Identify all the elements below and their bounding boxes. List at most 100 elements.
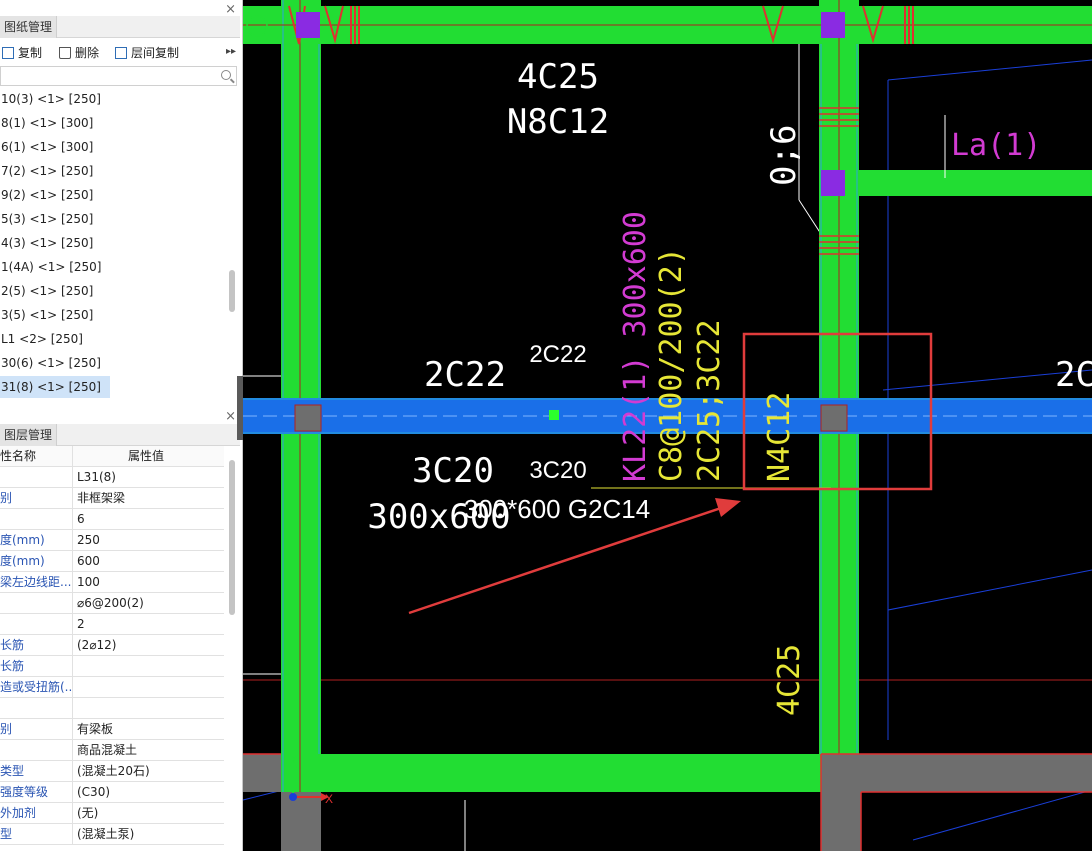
property-value[interactable]: 250 — [77, 530, 100, 551]
mid-bottom-rebar-label: 3C20 — [529, 457, 586, 484]
table-row[interactable]: 商品混凝土 — [0, 740, 224, 761]
delete-label: 删除 — [75, 46, 100, 60]
table-row[interactable]: 强度等级 (C30) — [0, 782, 224, 803]
tab-drawings[interactable]: 图纸管理 — [0, 16, 58, 38]
table-row[interactable]: 长筋 — [0, 656, 224, 677]
property-name: 梁左边线距... — [0, 572, 73, 593]
side-bars-text: N4C12 — [762, 392, 797, 482]
axis-x-label: X — [325, 792, 333, 806]
stirrup-text: C8@100/200(2) — [654, 247, 689, 482]
property-value[interactable]: 有梁板 — [77, 719, 113, 740]
list-item[interactable]: 30(6) <1> [250] — [0, 352, 110, 374]
list-item[interactable]: 9(2) <1> [250] — [0, 184, 110, 206]
property-value[interactable]: (无) — [77, 803, 98, 824]
right-top-rebar-text: 2C2 — [1055, 355, 1092, 395]
property-value[interactable]: L31(8) — [77, 467, 116, 488]
list-item[interactable]: 8(1) <1> [300] — [0, 112, 110, 134]
property-name: 别 — [0, 488, 73, 509]
cad-drawing[interactable]: La(1) 4C25 N8C12 0;6 2C22 2C22 2C2 3C20 … — [243, 0, 1092, 851]
close-icon[interactable]: × — [225, 409, 236, 424]
list-item[interactable]: 31(8) <1> [250] — [0, 376, 110, 398]
list-scrollbar[interactable] — [229, 270, 235, 312]
table-row[interactable]: 度(mm) 250 — [0, 530, 224, 551]
table-row[interactable]: 别非框架梁 — [0, 488, 224, 509]
property-value[interactable]: 2 — [77, 614, 85, 635]
list-item[interactable]: 6(1) <1> [300] — [0, 136, 110, 158]
property-value[interactable]: 非框架梁 — [77, 488, 125, 509]
la-label: La(1) — [951, 128, 1041, 163]
list-item[interactable]: 10(3) <1> [250] — [0, 88, 110, 110]
table-row[interactable]: 度(mm) 600 — [0, 551, 224, 572]
property-name: 长筋 — [0, 635, 73, 656]
property-value[interactable]: (混凝土泵) — [77, 824, 134, 845]
layers-panel-header: 图层管理 — [0, 424, 240, 446]
top-side-rebar-text: N8C12 — [507, 102, 609, 142]
property-name: 别 — [0, 719, 73, 740]
property-name: 长筋 — [0, 656, 73, 677]
bottom-vertical-rebar-text: 4C25 — [772, 644, 807, 716]
list-item[interactable]: L1 <2> [250] — [0, 328, 110, 350]
more-icon[interactable]: ▸▸ — [226, 46, 236, 57]
list-item[interactable]: 4(3) <1> [250] — [0, 232, 110, 254]
copy-icon — [2, 47, 14, 59]
mid-top-rebar-label: 2C22 — [529, 341, 586, 368]
property-name: 类型 — [0, 761, 73, 782]
table-row[interactable]: ⌀6@200(2) — [0, 593, 224, 614]
close-icon[interactable]: × — [225, 2, 236, 17]
table-row[interactable]: 别有梁板 — [0, 719, 224, 740]
list-item[interactable]: 3(5) <1> [250] — [0, 304, 110, 326]
property-value[interactable]: (C30) — [77, 782, 110, 803]
ratio-text: 0;6 — [764, 125, 804, 186]
table-row[interactable]: 外加剂 (无) — [0, 803, 224, 824]
table-row[interactable]: 6 — [0, 509, 224, 530]
property-name — [0, 509, 73, 530]
trash-icon — [59, 47, 71, 59]
property-value[interactable]: 6 — [77, 509, 85, 530]
search-icon[interactable] — [221, 70, 231, 80]
table-row[interactable]: 型 (混凝土泵) — [0, 824, 224, 845]
property-value[interactable]: 600 — [77, 551, 100, 572]
property-value[interactable]: 商品混凝土 — [77, 740, 137, 761]
delete-button[interactable]: 删除 — [59, 44, 99, 62]
property-name: 强度等级 — [0, 782, 73, 803]
left-top-rebar-text: 2C22 — [424, 355, 506, 395]
copy-button[interactable]: 复制 — [2, 44, 42, 62]
long-bars-text: 2C25;3C22 — [692, 319, 727, 482]
floor-copy-button[interactable]: 层间复制 — [115, 44, 179, 62]
property-name — [0, 593, 73, 614]
property-value[interactable]: (混凝土20石) — [77, 761, 150, 782]
floor-copy-label: 层间复制 — [131, 46, 180, 60]
property-name: 度(mm) — [0, 530, 73, 551]
property-name — [0, 740, 73, 761]
property-scrollbar[interactable] — [229, 460, 235, 615]
table-row[interactable] — [0, 698, 224, 719]
search-input[interactable] — [0, 66, 237, 86]
property-name — [0, 614, 73, 635]
axis-y-label: Y — [290, 752, 298, 766]
list-item[interactable]: 1(4A) <1> [250] — [0, 256, 110, 278]
drawings-panel-header: 图纸管理 — [0, 16, 240, 38]
drawings-list: 10(3) <1> [250] 8(1) <1> [300] 6(1) <1> [3… — [0, 88, 226, 404]
tab-layers[interactable]: 图层管理 — [0, 424, 58, 446]
app-root: 图纸管理 × 复制 删除 层间复制 ▸▸ 10(3) <1> [250] 8(1)… — [0, 0, 1092, 851]
floor-copy-icon — [115, 47, 127, 59]
table-row[interactable]: 长筋 (2⌀12) — [0, 635, 224, 656]
table-row[interactable]: 梁左边线距... 100 — [0, 572, 224, 593]
table-row[interactable]: 造或受扭筋(... — [0, 677, 224, 698]
property-name: 型 — [0, 824, 73, 845]
property-value[interactable]: ⌀6@200(2) — [77, 593, 144, 614]
property-name — [0, 467, 73, 488]
left-bottom-rebar-text: 3C20 — [412, 451, 494, 491]
table-row[interactable]: 2 — [0, 614, 224, 635]
list-item[interactable]: 2(5) <1> [250] — [0, 280, 110, 302]
copy-label: 复制 — [18, 46, 43, 60]
drawings-toolbar: 复制 删除 层间复制 ▸▸ — [0, 41, 240, 65]
list-item[interactable]: 7(2) <1> [250] — [0, 160, 110, 182]
property-value[interactable]: 100 — [77, 572, 100, 593]
table-row[interactable]: 类型 (混凝土20石) — [0, 761, 224, 782]
property-value[interactable]: (2⌀12) — [77, 635, 117, 656]
property-name: 度(mm) — [0, 551, 73, 572]
table-row[interactable]: L31(8) — [0, 467, 224, 488]
drawing-canvas[interactable]: La(1) 4C25 N8C12 0;6 2C22 2C22 2C2 3C20 … — [243, 0, 1092, 851]
list-item[interactable]: 5(3) <1> [250] — [0, 208, 110, 230]
